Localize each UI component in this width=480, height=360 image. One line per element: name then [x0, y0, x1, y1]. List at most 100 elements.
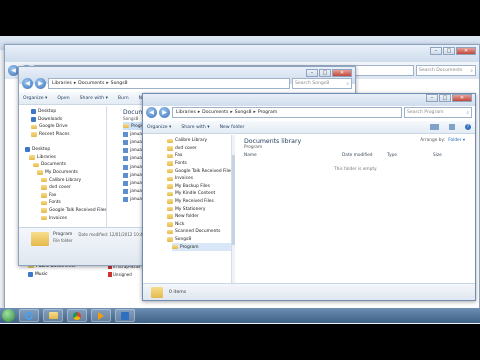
- breadcrumb-item[interactable]: Libraries: [176, 110, 196, 115]
- file-name: janua: [130, 131, 142, 137]
- app-icon[interactable]: [115, 309, 135, 322]
- program-scrollbar[interactable]: [231, 135, 235, 285]
- breadcrumb-item[interactable]: Documents: [78, 81, 104, 86]
- desktop-screen: – □ ✕ ◀ ▶ Libraries > Documents Search D…: [0, 36, 480, 324]
- close-button[interactable]: ✕: [452, 94, 472, 102]
- background-search-input[interactable]: Search Documents ⌕: [416, 65, 476, 76]
- nav-item-google-drive[interactable]: Google Drive: [31, 123, 106, 131]
- nav-item-folder[interactable]: Calibre Library: [167, 137, 234, 145]
- column-type[interactable]: Type: [387, 153, 397, 158]
- nav-item-folder[interactable]: My Backup Files: [167, 183, 234, 191]
- nav-item-folder[interactable]: Invoices: [167, 175, 234, 183]
- start-orb-icon[interactable]: [2, 309, 15, 322]
- songs8-address-bar[interactable]: Libraries ▸ Documents ▸ Songs8: [48, 78, 290, 89]
- nav-item-folder[interactable]: dvd cover: [41, 184, 106, 192]
- nav-item-folder[interactable]: Invoices: [41, 214, 106, 222]
- nav-item-desktop-root[interactable]: Desktop: [25, 146, 106, 154]
- nav-item-folder[interactable]: My Kindle Content: [167, 190, 234, 198]
- nav-item-label: Downloads: [38, 116, 63, 122]
- nav-item-label: My Stationery: [175, 206, 206, 212]
- chrome-icon[interactable]: [67, 309, 87, 322]
- view-options-icon[interactable]: [430, 124, 439, 130]
- folder-icon: [167, 237, 173, 242]
- arrange-by: Arrange by: Folder ▾: [420, 138, 465, 143]
- folder-icon: [167, 222, 173, 227]
- preview-pane-icon[interactable]: [449, 124, 455, 130]
- nav-item-folder[interactable]: dvd cover: [167, 145, 234, 153]
- nav-item-folder[interactable]: Fax: [167, 152, 234, 160]
- minimize-button[interactable]: –: [430, 47, 442, 55]
- folder-icon: [31, 124, 37, 130]
- breadcrumb-item[interactable]: Program: [258, 110, 277, 115]
- nav-item-folder[interactable]: Fonts: [167, 160, 234, 168]
- breadcrumb-item[interactable]: Songs8: [111, 81, 128, 86]
- folder-icon: [41, 200, 47, 206]
- tree-item[interactable]: Music: [28, 270, 108, 278]
- forward-button[interactable]: ▶: [35, 78, 46, 89]
- column-size[interactable]: Size: [433, 153, 442, 158]
- nav-item-folder[interactable]: My Received Files: [167, 198, 234, 206]
- column-date-modified[interactable]: Date modified: [342, 153, 372, 158]
- folder-icon: [167, 146, 173, 151]
- nav-item-label: Desktop: [38, 109, 57, 115]
- forward-button[interactable]: ▶: [159, 107, 170, 118]
- back-button[interactable]: ◀: [22, 78, 33, 89]
- folder-icon: [41, 193, 47, 198]
- nav-item-recent-places[interactable]: Recent Places: [31, 131, 106, 139]
- details-name: Program: [53, 232, 73, 237]
- arrange-by-dropdown[interactable]: Folder ▾: [448, 138, 465, 143]
- nav-item-label: Fonts: [49, 200, 61, 206]
- nav-item-libraries[interactable]: Libraries: [29, 154, 106, 162]
- close-button[interactable]: ✕: [456, 47, 476, 55]
- nav-item-folder[interactable]: Songs8: [167, 236, 234, 244]
- maximize-button[interactable]: □: [443, 47, 455, 55]
- open-button[interactable]: Open: [57, 96, 69, 101]
- nav-item-folder[interactable]: Google Talk Received Files: [41, 207, 106, 215]
- scrollbar-thumb[interactable]: [232, 155, 235, 245]
- nav-item-folder[interactable]: Scanned Documents: [167, 228, 234, 236]
- column-name[interactable]: Name: [244, 153, 257, 158]
- nav-item-downloads[interactable]: Downloads: [31, 116, 106, 124]
- nav-item-folder[interactable]: Nick: [167, 221, 234, 229]
- internet-explorer-icon[interactable]: [19, 309, 39, 322]
- new-folder-button[interactable]: New folder: [220, 125, 245, 130]
- program-search-input[interactable]: Search Program ⌕: [404, 107, 472, 118]
- nav-item-folder[interactable]: My Stationery: [167, 205, 234, 213]
- program-navbar: ◀ ▶ Libraries ▸ Documents ▸ Songs8 ▸ Progra…: [143, 104, 475, 121]
- search-icon: ⌕: [346, 81, 349, 87]
- share-with-button[interactable]: Share with ▾: [181, 125, 209, 130]
- breadcrumb-item[interactable]: Documents: [202, 110, 228, 115]
- folder-icon: [167, 176, 173, 182]
- minimize-button[interactable]: –: [426, 94, 438, 102]
- nav-item-folder[interactable]: Fax: [41, 192, 106, 200]
- breadcrumb-item[interactable]: Libraries: [52, 81, 72, 86]
- folder-icon: [167, 138, 173, 144]
- media-player-icon[interactable]: [91, 309, 111, 322]
- windows-explorer-icon[interactable]: [43, 309, 63, 322]
- folder-icon: [41, 208, 47, 213]
- nav-item-my-documents[interactable]: My Documents: [37, 169, 106, 177]
- share-with-button[interactable]: Share with ▾: [80, 96, 108, 101]
- help-icon[interactable]: ?: [465, 124, 471, 130]
- nav-item-label: Google Talk Received Files: [49, 208, 107, 214]
- burn-button[interactable]: Burn: [118, 96, 129, 101]
- songs8-search-input[interactable]: Search Songs8 ⌕: [292, 78, 352, 89]
- nav-item-desktop[interactable]: Desktop: [31, 108, 106, 116]
- nav-item-documents[interactable]: Documents: [33, 161, 106, 169]
- nav-item-folder[interactable]: Fonts: [41, 199, 106, 207]
- organize-button[interactable]: Organize ▾: [23, 96, 47, 101]
- file-icon: [123, 131, 128, 137]
- back-button[interactable]: ◀: [146, 107, 157, 118]
- maximize-button[interactable]: □: [439, 94, 451, 102]
- program-address-bar[interactable]: Libraries ▸ Documents ▸ Songs8 ▸ Program: [172, 107, 402, 118]
- breadcrumb-item[interactable]: Songs8: [235, 110, 252, 115]
- nav-item-program-selected[interactable]: Program: [172, 243, 234, 251]
- organize-button[interactable]: Organize ▾: [147, 125, 171, 130]
- nav-item-folder[interactable]: Calibre Library: [41, 176, 106, 184]
- program-explorer-window[interactable]: – □ ✕ ◀ ▶ Libraries ▸ Documents ▸ Songs8 ▸ …: [142, 93, 476, 301]
- nav-item-folder[interactable]: Google Talk Received Files: [167, 167, 234, 175]
- nav-item-folder[interactable]: New folder: [167, 213, 234, 221]
- nav-item-label: Fonts: [175, 161, 187, 167]
- background-titlebar[interactable]: [5, 45, 479, 62]
